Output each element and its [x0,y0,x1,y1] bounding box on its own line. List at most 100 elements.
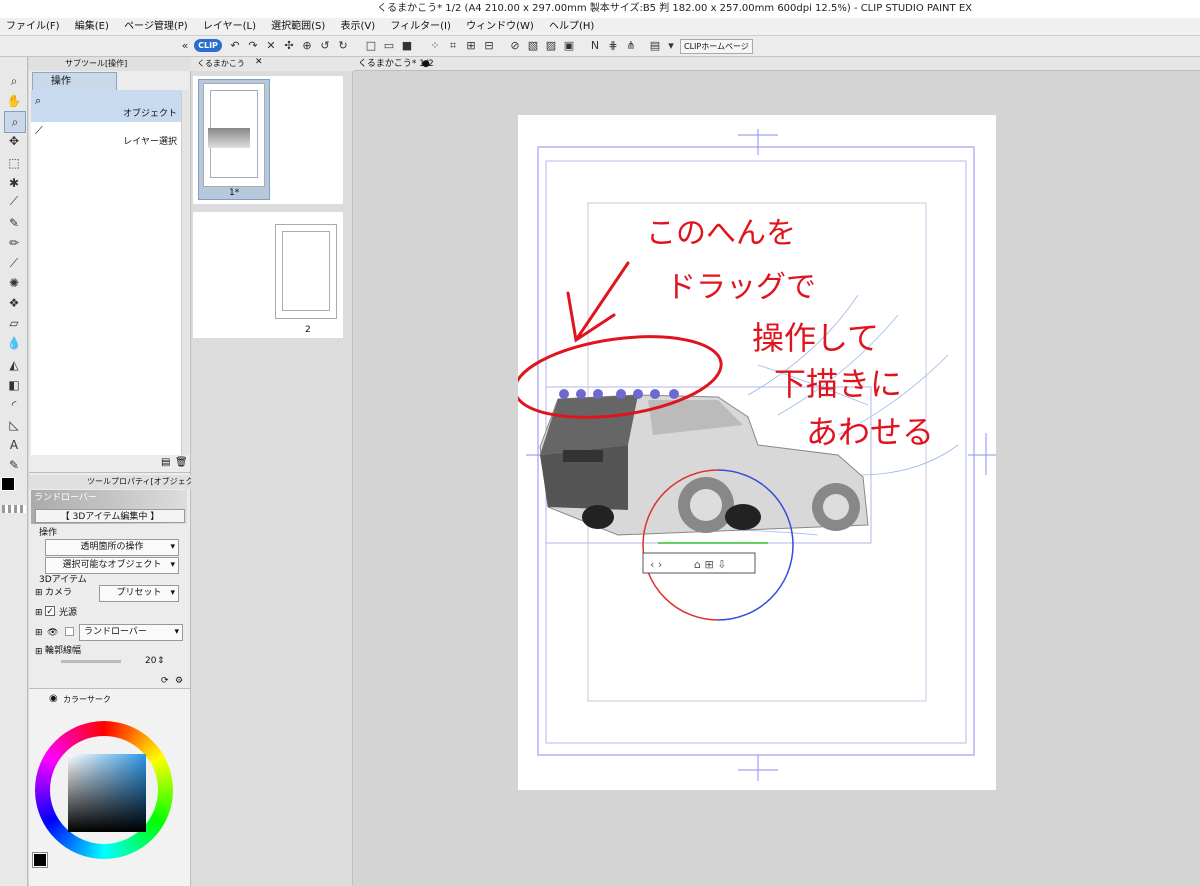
open-icon[interactable]: ▭ [382,39,396,53]
ruler-icon[interactable]: ⊘ [508,39,522,53]
expand-light-icon[interactable]: ⊞ [35,607,43,619]
trash-icon[interactable]: 🗑 [175,457,188,468]
crop-icon[interactable]: ⌗ [446,39,460,53]
collapse-icon[interactable]: « [178,39,192,53]
frame-icon[interactable]: ◺ [4,415,24,435]
menu-layer[interactable]: レイヤー(L) [197,18,262,36]
zoom-icon[interactable]: ⌕ [4,71,24,91]
model-lock-checkbox[interactable] [65,627,74,636]
saturation-value-square[interactable] [68,754,146,832]
text-icon[interactable]: A [4,435,24,455]
dropdown-value: 透明箇所の操作 [80,542,144,552]
select-icon[interactable]: ⁘ [428,39,442,53]
main-color-swatch[interactable] [32,852,48,868]
layer-select-icon: ⟋ [35,124,43,137]
pencil-icon[interactable]: ✏ [4,233,24,253]
wrench-icon[interactable]: ⚙ [175,675,183,687]
operation-icon[interactable]: ⌕ [4,111,26,133]
transparent-swatch[interactable] [2,505,26,513]
page-row-1[interactable]: 1* [193,76,343,204]
page-1-thumbnail[interactable]: 1* [198,79,270,200]
redo-icon[interactable]: ↷ [246,39,260,53]
model-dropdown[interactable]: ランドローバー ▾ [79,624,183,641]
canvas-paper[interactable]: ‹ › ⌂ ⊞ ⇩ このへんを ドラッグで 操作して 下描きに あわせる [513,115,996,790]
color-wheel-icon: ◉ [49,693,58,704]
car-thumb [208,128,250,148]
canvas-tab-bar: くるまかこう* 1/2 ● [354,57,1200,71]
menu-window[interactable]: ウィンドウ(W) [460,18,540,36]
menu-file[interactable]: ファイル(F) [0,18,66,36]
move-icon[interactable]: ⊕ [300,39,314,53]
fill-bucket-icon[interactable]: ◭ [4,355,24,375]
page-2-thumbnail[interactable] [275,224,337,319]
outline-stepper[interactable]: ⇕ [157,655,165,667]
item-section-label: 3Dアイテム [39,575,87,585]
menu-view[interactable]: 表示(V) [335,18,382,36]
pen-icon[interactable]: ✎ [4,213,24,233]
subtool-item-layer-select[interactable]: ⟋ レイヤー選択 [31,122,181,149]
clip-badge[interactable]: CLIP [194,39,222,52]
visibility-eye-icon[interactable]: 👁 [47,627,58,639]
hand-icon[interactable]: ✋ [4,91,24,111]
shrink-icon[interactable]: ⊟ [482,39,496,53]
display-icon[interactable]: ▤ [648,39,662,53]
page-tab[interactable]: くるまかこう [191,57,359,71]
save-icon[interactable]: ■ [400,39,414,53]
new-file-icon[interactable]: □ [364,39,378,53]
subtool-scrollbar[interactable] [181,90,189,455]
eyedropper-icon[interactable]: ⟋ [4,191,24,211]
subtool-item-object[interactable]: ⌕ オブジェクト [31,90,181,123]
correct-line-icon[interactable]: ✎ [4,455,24,475]
brush-icon[interactable]: ⟋ [4,253,24,273]
expand-outline-icon[interactable]: ⊞ [35,646,43,658]
page-row-2[interactable]: 2 [193,212,343,338]
eraser-icon[interactable]: ▱ [4,313,24,333]
fill-icon[interactable]: ▧ [526,39,540,53]
chevron-down-icon: ▾ [170,560,175,570]
close-icon[interactable]: ✕ [255,57,263,67]
rotate-right-icon[interactable]: ↻ [336,39,350,53]
blend-icon[interactable]: 💧 [4,333,24,353]
page-manager-panel: くるまかこう ✕ 1* 2 [191,57,359,886]
outline-label: 輪郭線幅 [45,646,82,656]
airbrush-icon[interactable]: ✺ [4,273,24,293]
record-icon[interactable]: ▣ [562,39,576,53]
preset-dropdown[interactable]: プリセット ▾ [99,585,179,602]
marquee-icon[interactable]: ⬚ [4,153,24,173]
delete-icon[interactable]: ✕ [264,39,278,53]
menu-page[interactable]: ページ管理(P) [118,18,194,36]
main-color-swatch[interactable] [1,477,15,491]
menu-selection[interactable]: 選択範囲(S) [265,18,331,36]
outline-slider[interactable] [61,660,121,663]
expand-icon[interactable]: ⊞ [464,39,478,53]
gradient-icon[interactable]: ◧ [4,375,24,395]
clip-home-button[interactable]: CLIPホームページ [680,39,753,54]
svg-text:‹ ›: ‹ › [650,558,662,571]
transparency-icon[interactable]: ▨ [544,39,558,53]
menu-filter[interactable]: フィルター(I) [384,18,457,36]
move-layer-icon[interactable]: ✥ [4,131,24,151]
menu-help[interactable]: ヘルプ(H) [543,18,600,36]
menu-edit[interactable]: 編集(E) [69,18,115,36]
reset-icon[interactable]: ⟳ [161,675,169,687]
light-checkbox[interactable]: ✓ [45,606,55,617]
auto-select-icon[interactable]: ✱ [4,173,24,193]
copy-subtool-icon[interactable]: ▤ [161,457,170,468]
subtool-group-button[interactable]: 操作 [32,72,117,91]
undo-icon[interactable]: ↶ [228,39,242,53]
annotation-line-1: このへんを [646,216,796,251]
rotate-left-icon[interactable]: ↺ [318,39,332,53]
selectable-object-dropdown[interactable]: 選択可能なオブジェクト ▾ [45,557,179,574]
dropdown-icon[interactable]: ▾ [664,39,678,53]
expand-model-icon[interactable]: ⊞ [35,627,43,639]
transparent-op-dropdown[interactable]: 透明箇所の操作 ▾ [45,539,179,556]
figure-icon[interactable]: ◜ [4,395,24,415]
canvas-drawing: ‹ › ⌂ ⊞ ⇩ このへんを ドラッグで 操作して 下描きに あわせる [513,129,996,781]
color-tab[interactable]: カラーサーク [63,693,123,707]
snap-grid-icon[interactable]: ⋕ [606,39,620,53]
snap-ruler-icon[interactable]: N [588,39,602,53]
decoration-icon[interactable]: ❖ [4,293,24,313]
snap-perspective-icon[interactable]: ⋔ [624,39,638,53]
transform-icon[interactable]: ✣ [282,39,296,53]
expand-camera-icon[interactable]: ⊞ [35,587,43,599]
